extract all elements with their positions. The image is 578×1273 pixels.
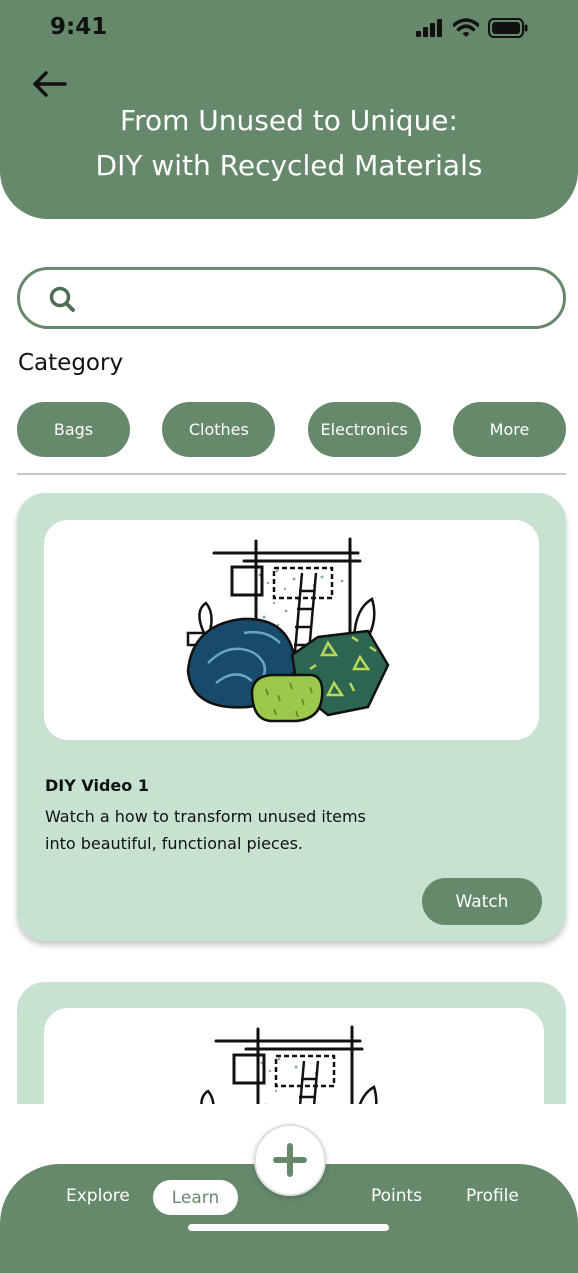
- plus-icon: [273, 1143, 307, 1177]
- status-time: 9:41: [50, 14, 108, 40]
- page-title-line1: From Unused to Unique:: [120, 104, 458, 137]
- wifi-icon: [453, 18, 479, 37]
- category-title: Category: [18, 350, 124, 376]
- add-button[interactable]: [254, 1124, 326, 1196]
- category-chips: Bags Clothes Electronics More: [17, 402, 566, 457]
- nav-learn[interactable]: Learn: [153, 1180, 238, 1215]
- status-icons: [416, 18, 528, 38]
- battery-icon: [488, 18, 528, 38]
- home-indicator: [188, 1224, 389, 1231]
- card-description: Watch a how to transform unused items in…: [45, 807, 366, 853]
- chip-more[interactable]: More: [452, 402, 566, 457]
- chip-clothes[interactable]: Clothes: [162, 402, 276, 457]
- header: 9:41 From Unused to Unique: DIY with Rec…: [0, 0, 578, 219]
- search-icon: [49, 286, 75, 312]
- divider: [17, 473, 566, 475]
- card-illustration: [44, 520, 539, 740]
- page-title-line2: DIY with Recycled Materials: [95, 149, 483, 182]
- video-card[interactable]: [17, 982, 566, 1104]
- back-button[interactable]: [30, 66, 70, 102]
- nav-points[interactable]: Points: [371, 1186, 422, 1206]
- nav-profile[interactable]: Profile: [466, 1186, 519, 1206]
- video-card[interactable]: DIY Video 1 Watch a how to transform unu…: [17, 493, 566, 941]
- search-bar[interactable]: [17, 267, 566, 329]
- chip-electronics[interactable]: Electronics: [307, 402, 421, 457]
- page-title: From Unused to Unique: DIY with Recycled…: [0, 98, 578, 188]
- diy-illustration-icon: [200, 1025, 378, 1104]
- back-arrow-icon: [33, 71, 67, 97]
- card-title: DIY Video 1: [45, 776, 149, 795]
- card-illustration: [44, 1008, 544, 1104]
- watch-button[interactable]: Watch: [422, 878, 542, 925]
- diy-illustration-icon: [186, 537, 390, 723]
- search-input[interactable]: [90, 280, 540, 316]
- signal-icon: [416, 19, 442, 37]
- nav-explore[interactable]: Explore: [66, 1186, 130, 1206]
- chip-bags[interactable]: Bags: [17, 402, 130, 457]
